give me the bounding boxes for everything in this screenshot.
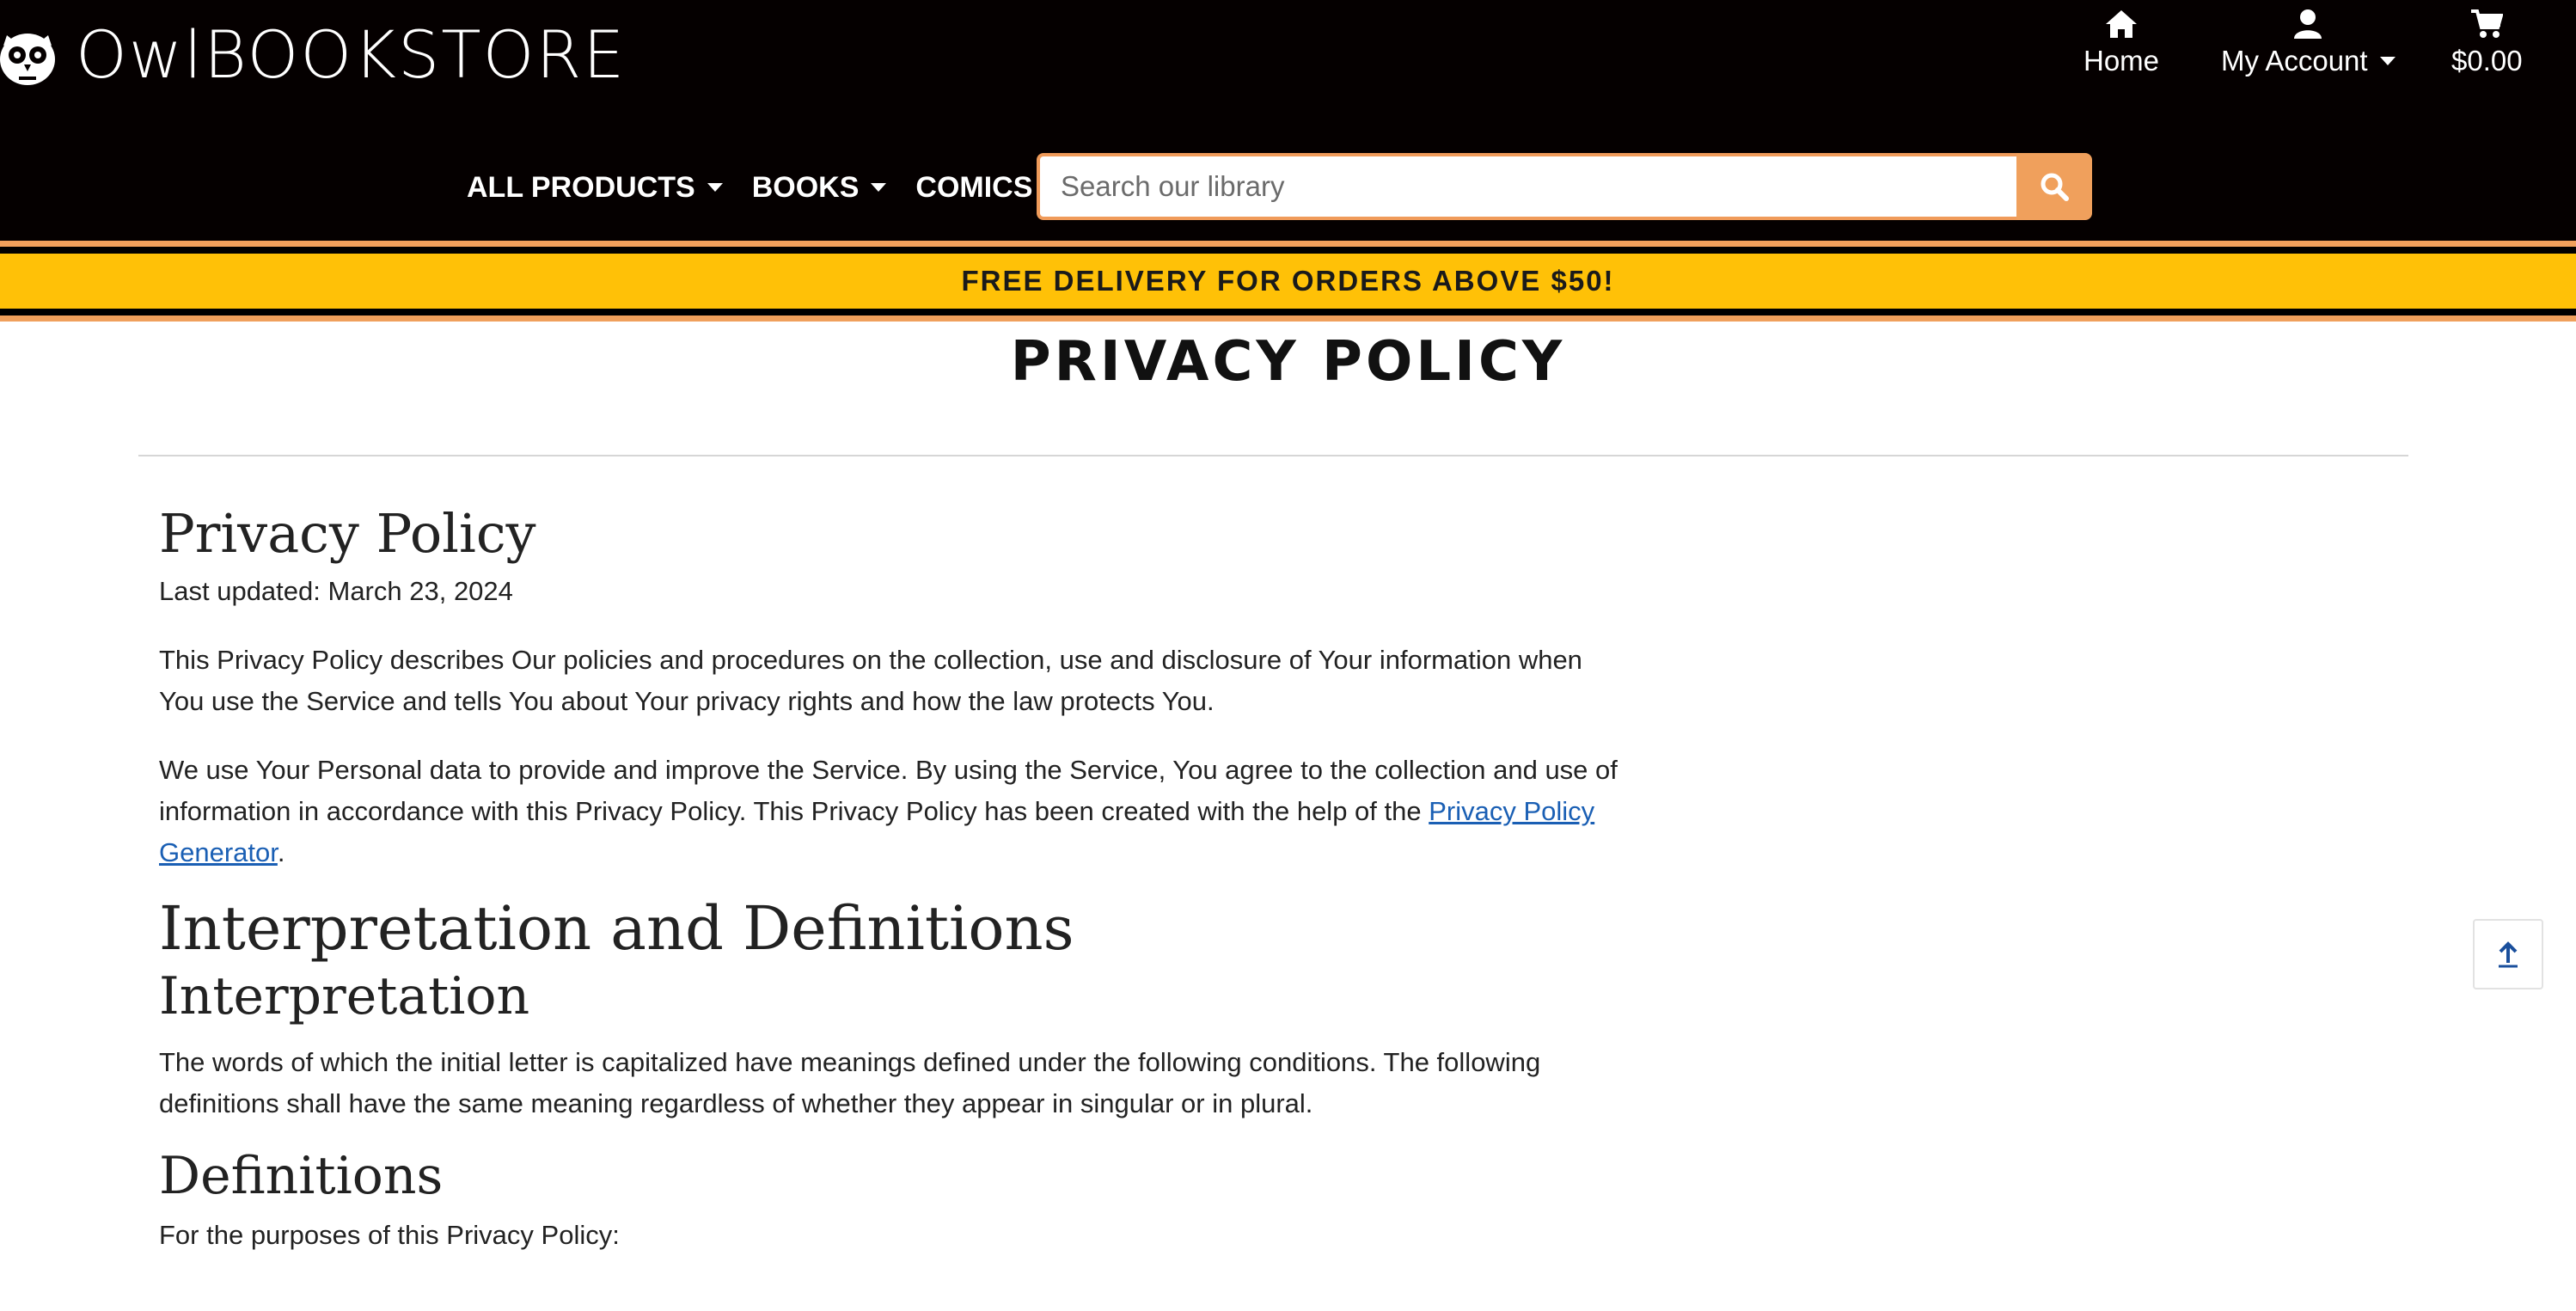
main-nav: ALL PRODUCTS BOOKS COMICS — [467, 153, 1089, 222]
search-icon — [2041, 173, 2069, 201]
usage-paragraph: We use Your Personal data to provide and… — [159, 750, 1620, 873]
nav-all-products[interactable]: ALL PRODUCTS — [467, 171, 723, 205]
promo-banner: FREE DELIVERY FOR ORDERS ABOVE $50! — [0, 254, 2576, 309]
nav-books-label: BOOKS — [751, 170, 860, 204]
site-logo[interactable]: OwlBOOKSTORE — [0, 12, 626, 98]
section-heading: Interpretation and Definitions — [159, 893, 1074, 965]
nav-books[interactable]: BOOKS — [752, 171, 887, 205]
chevron-down-icon — [707, 183, 723, 192]
divider — [0, 247, 2576, 254]
logo-prefix: Owl — [76, 16, 205, 93]
interpretation-heading: Interpretation — [159, 965, 530, 1026]
definitions-paragraph: For the purposes of this Privacy Policy: — [159, 1219, 620, 1250]
chevron-down-icon — [2379, 57, 2395, 65]
my-account-dropdown[interactable]: My Account — [2221, 5, 2395, 83]
search-input[interactable] — [1037, 153, 2016, 220]
nav-comics-label: COMICS — [915, 170, 1033, 204]
user-icon — [2294, 9, 2322, 39]
interpretation-paragraph: The words of which the initial letter is… — [159, 1046, 1541, 1118]
page-title: PRIVACY POLICY — [1010, 330, 1566, 394]
cart-link[interactable]: $0.00 — [2451, 5, 2523, 83]
usage-text: We use Your Personal data to provide and… — [159, 755, 1618, 827]
arrow-up-icon — [2499, 941, 2518, 968]
search-button[interactable] — [2016, 153, 2092, 220]
owl-logo-icon — [0, 16, 60, 94]
last-updated: Last updated: March 23, 2024 — [159, 576, 513, 607]
policy-heading: Privacy Policy — [159, 502, 536, 565]
home-link[interactable]: Home — [2083, 5, 2159, 83]
usage-end: . — [277, 837, 285, 868]
divider — [0, 309, 2576, 315]
cart-total: $0.00 — [2451, 45, 2523, 77]
home-label: Home — [2083, 45, 2160, 77]
divider — [0, 241, 2576, 247]
nav-all-products-label: ALL PRODUCTS — [467, 170, 695, 204]
cart-icon — [2471, 9, 2504, 38]
back-to-top-button[interactable] — [2473, 919, 2543, 989]
promo-text: FREE DELIVERY FOR ORDERS ABOVE $50! — [961, 265, 1615, 297]
intro-paragraph: This Privacy Policy describes Our polici… — [159, 645, 1582, 717]
account-label: My Account — [2221, 45, 2368, 77]
policy-content: Privacy Policy Last updated: March 23, 2… — [159, 503, 1620, 1256]
site-header: OwlBOOKSTORE Home My Account $0.00 ALL P… — [0, 0, 2576, 241]
logo-wordmark: OwlBOOKSTORE — [76, 22, 626, 88]
search-bar — [1037, 153, 2092, 220]
chevron-down-icon — [871, 183, 887, 192]
divider — [138, 455, 2408, 456]
logo-name: BOOKSTORE — [204, 16, 627, 93]
divider — [0, 315, 2576, 322]
home-icon — [2106, 10, 2138, 38]
definitions-heading: Definitions — [159, 1145, 444, 1206]
